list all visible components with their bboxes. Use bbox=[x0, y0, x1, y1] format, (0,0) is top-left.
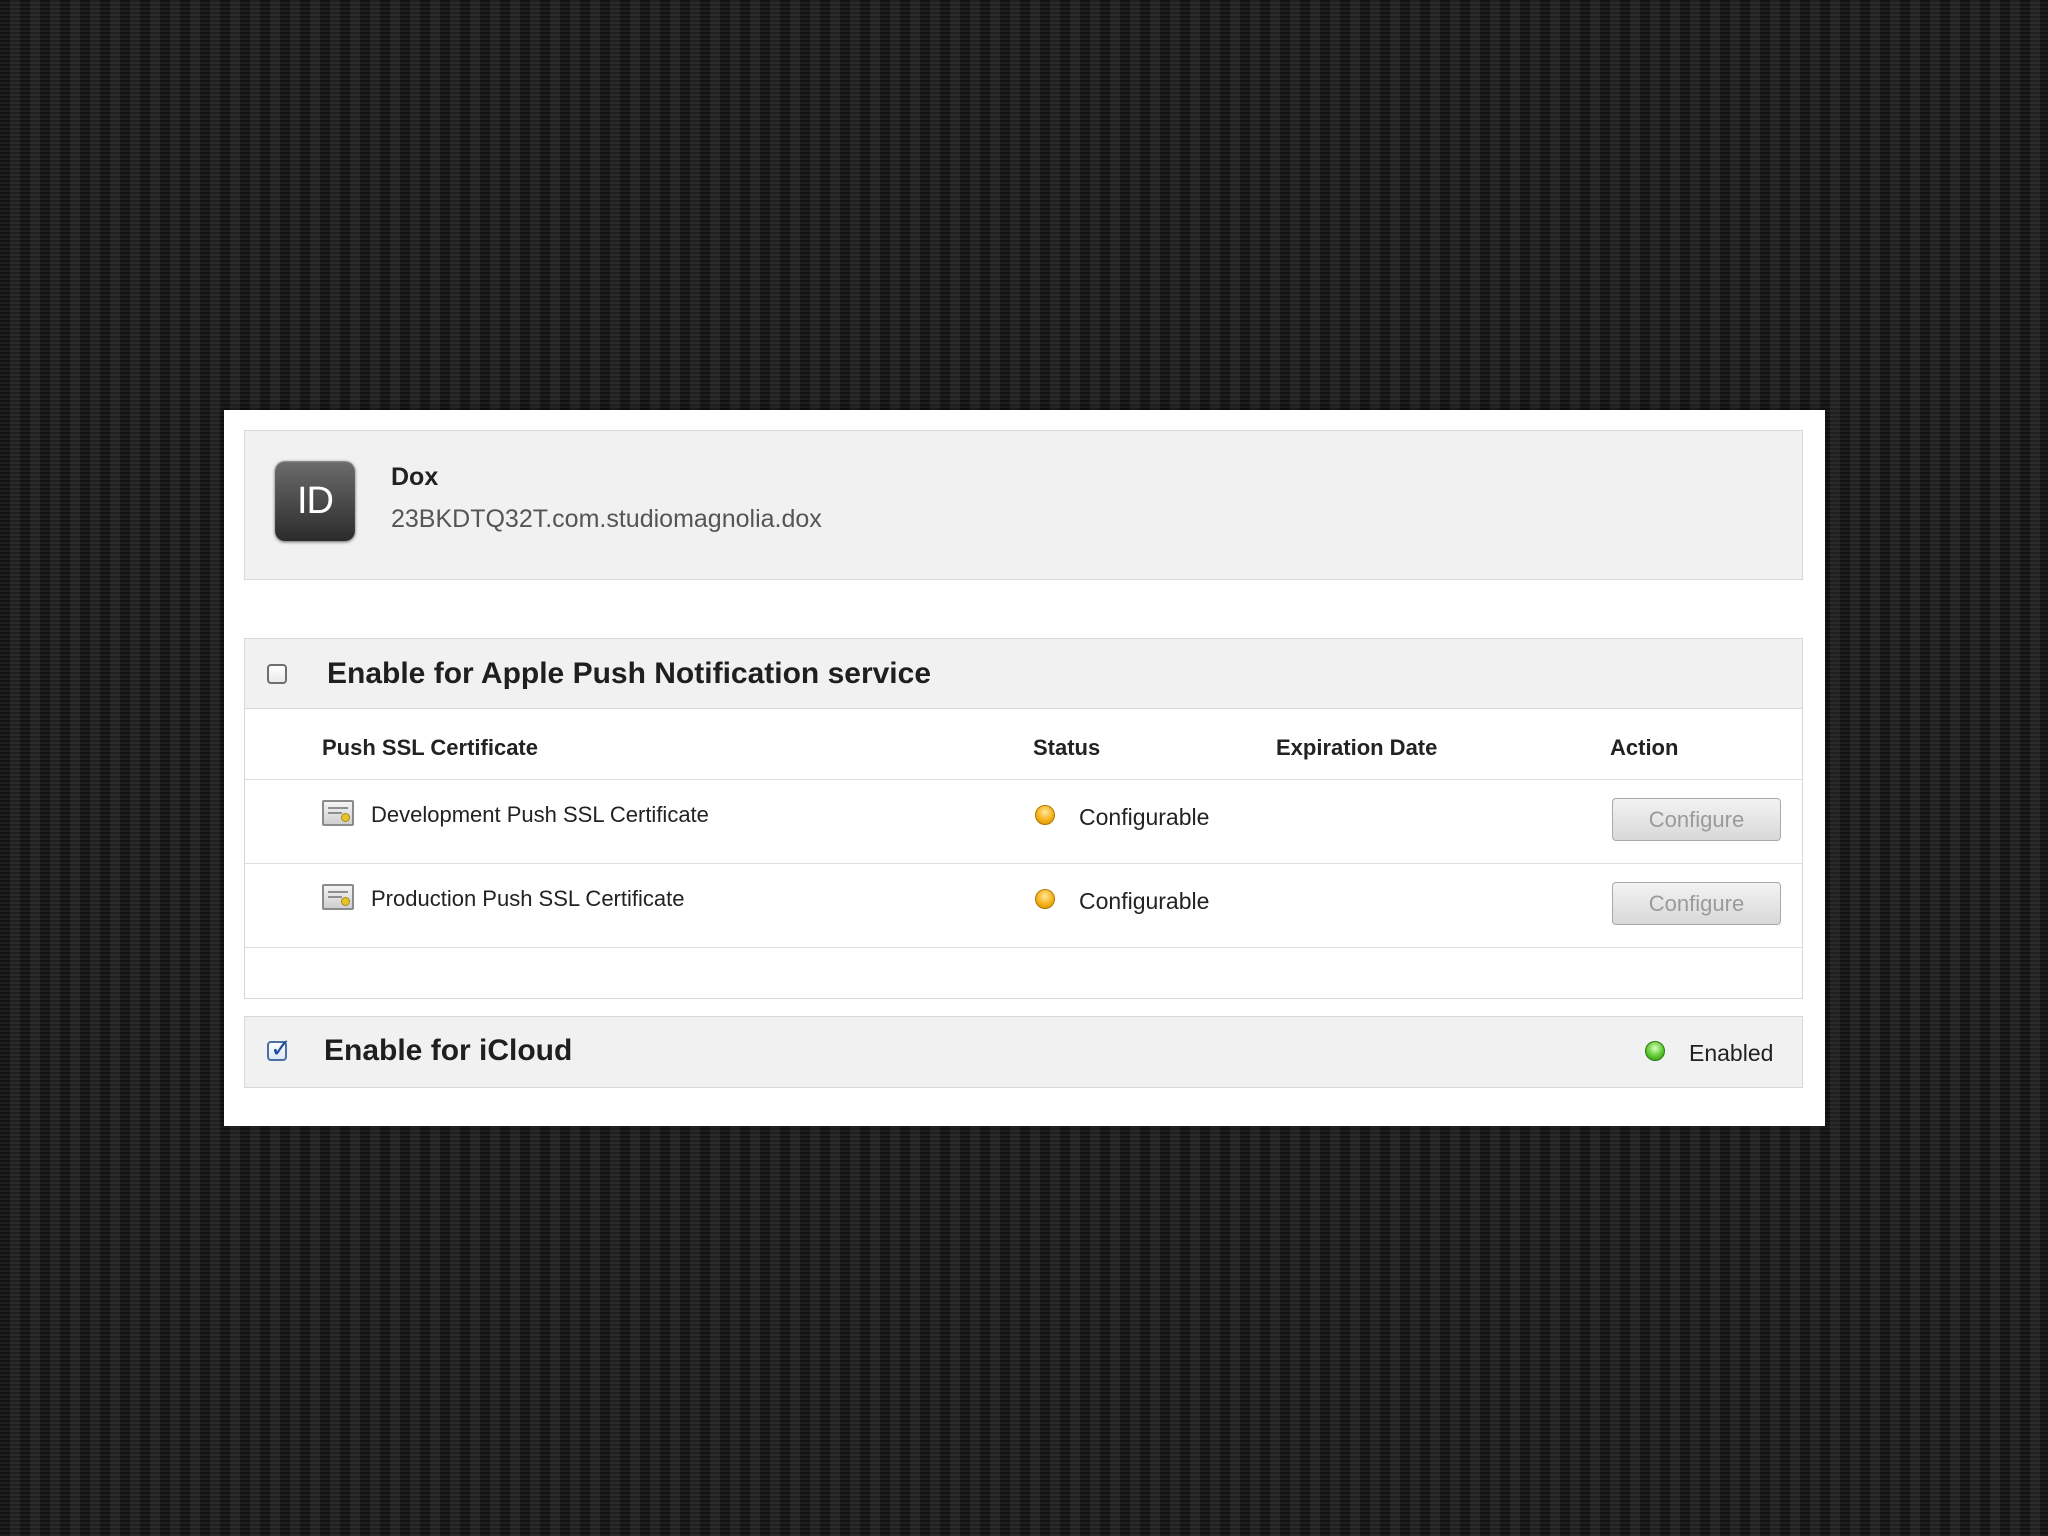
configure-production-button[interactable]: Configure bbox=[1612, 882, 1781, 925]
app-id-header: ID Dox 23BKDTQ32T.com.studiomagnolia.dox bbox=[244, 430, 1803, 580]
checkmark-icon: ✓ bbox=[270, 1033, 292, 1063]
configure-development-button[interactable]: Configure bbox=[1612, 798, 1781, 841]
table-spacer-row bbox=[245, 947, 1802, 999]
icloud-status-text: Enabled bbox=[1689, 1040, 1774, 1066]
app-id-icon: ID bbox=[275, 461, 355, 541]
status-indicator-icon bbox=[1035, 805, 1055, 825]
certificate-icon bbox=[322, 884, 354, 910]
push-section-header: Enable for Apple Push Notification servi… bbox=[245, 639, 1802, 709]
status-text: Configurable bbox=[1079, 804, 1210, 830]
table-row: Production Push SSL Certificate Configur… bbox=[245, 863, 1802, 947]
status-indicator-icon bbox=[1035, 889, 1055, 909]
icloud-section-title: Enable for iCloud bbox=[324, 1034, 573, 1067]
certificate-icon bbox=[322, 800, 354, 826]
bundle-identifier: 23BKDTQ32T.com.studiomagnolia.dox bbox=[391, 505, 822, 533]
column-header-expiration-date: Expiration Date bbox=[1276, 735, 1438, 760]
column-header-status: Status bbox=[1033, 735, 1101, 760]
push-section-title: Enable for Apple Push Notification servi… bbox=[327, 657, 932, 690]
certificate-name: Development Push SSL Certificate bbox=[371, 802, 709, 827]
app-id-configuration-panel: ID Dox 23BKDTQ32T.com.studiomagnolia.dox… bbox=[224, 410, 1825, 1126]
status-text: Configurable bbox=[1079, 888, 1210, 914]
certificate-name: Production Push SSL Certificate bbox=[371, 886, 685, 911]
app-name: Dox bbox=[391, 463, 439, 491]
column-header-certificate: Push SSL Certificate bbox=[322, 735, 538, 760]
push-notification-section: Enable for Apple Push Notification servi… bbox=[244, 638, 1803, 999]
column-header-action: Action bbox=[1610, 735, 1679, 760]
table-row: Development Push SSL Certificate Configu… bbox=[245, 779, 1802, 863]
icloud-enable-checkbox[interactable]: ✓ bbox=[267, 1035, 292, 1061]
enabled-status-icon bbox=[1645, 1041, 1665, 1061]
icloud-section: ✓ Enable for iCloud Enabled bbox=[244, 1016, 1803, 1088]
push-enable-checkbox[interactable] bbox=[267, 664, 287, 684]
